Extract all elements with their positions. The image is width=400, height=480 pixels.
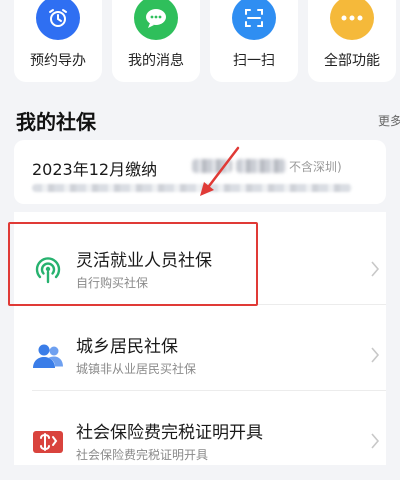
payment-note: 不含深圳)	[289, 160, 342, 174]
alarm-clock-icon	[36, 0, 80, 40]
quick-action-appointment[interactable]: 预约导办	[14, 0, 102, 82]
chevron-right-icon	[371, 433, 380, 449]
item-title: 城乡居民社保	[76, 337, 178, 357]
list-item-urban-rural-resident[interactable]: 城乡居民社保 城镇非从业居民买社保	[14, 306, 386, 394]
more-link[interactable]: 更多	[378, 112, 400, 129]
quick-action-label: 扫一扫	[233, 53, 275, 69]
divider	[32, 390, 386, 391]
quick-action-all-functions[interactable]: 全部功能	[308, 0, 396, 82]
item-subtitle: 城镇非从业居民买社保	[76, 362, 197, 376]
quick-action-label: 全部功能	[324, 53, 380, 69]
certificate-icon	[32, 426, 64, 458]
quick-action-messages[interactable]: 我的消息	[112, 0, 200, 82]
payment-date: 2023年12月缴纳	[32, 160, 158, 179]
section-title: 我的社保	[16, 110, 96, 134]
quick-action-label: 预约导办	[30, 53, 86, 69]
people-icon	[32, 340, 64, 372]
chat-bubble-icon	[134, 0, 178, 40]
grid-dots-icon	[330, 0, 374, 40]
quick-action-scan[interactable]: 扫一扫	[210, 0, 298, 82]
chevron-right-icon	[371, 347, 380, 363]
chevron-right-icon	[371, 261, 380, 277]
red-arrow-annotation	[200, 146, 240, 196]
list-item-tax-certificate[interactable]: 社会保险费完税证明开具 社会保险费完税证明开具	[14, 392, 386, 480]
item-title: 社会保险费完税证明开具	[76, 423, 263, 443]
scan-icon	[232, 0, 276, 40]
quick-action-label: 我的消息	[128, 53, 184, 69]
highlight-annotation-box	[8, 222, 258, 306]
quick-action-row: 预约导办 我的消息 扫一扫 全部功能	[0, 0, 400, 88]
item-subtitle: 社会保险费完税证明开具	[76, 448, 209, 462]
